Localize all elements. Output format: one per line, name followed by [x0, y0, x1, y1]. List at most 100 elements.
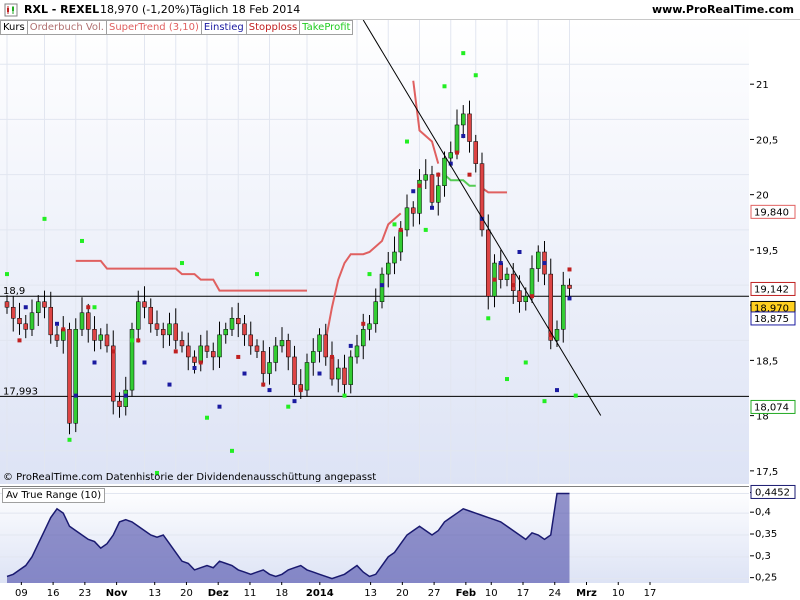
y-tick-label: 19,5 [756, 246, 778, 257]
period-date: Täglich 18 Feb 2014 [190, 3, 301, 16]
candle-body [23, 323, 28, 330]
y-axis: 2120,52019,51918,51817,519,84019,14218,9… [750, 80, 796, 584]
entry-dot [430, 205, 434, 210]
stoploss-dot [173, 349, 178, 354]
stoploss-dot [330, 354, 334, 359]
candle-body [98, 334, 103, 341]
price-chart: 18,9 17,993 [0, 20, 749, 484]
legend-orderbook-volume[interactable]: Orderbuch Vol. [26, 20, 107, 35]
candle-body [67, 329, 72, 424]
legend-takeprofit[interactable]: TakeProfit [299, 20, 354, 35]
stoploss-dot [298, 388, 303, 393]
stoploss-dot [61, 327, 66, 332]
legend-entry[interactable]: Einstieg [200, 20, 247, 35]
price-chart-panel[interactable]: 18,9 17,993 [0, 20, 749, 484]
x-tick-label: 10 [485, 588, 498, 599]
x-tick-label: 11 [244, 588, 257, 599]
candle-body [179, 340, 185, 347]
x-tick-label: 18 [275, 588, 288, 599]
candle-body [536, 251, 541, 269]
candle-body [398, 229, 403, 253]
atr-y-tick-label: 0,4 [755, 507, 771, 518]
takeprofit-dot [42, 216, 47, 221]
candle-body [498, 262, 503, 280]
candle-body [204, 345, 210, 352]
takeprofit-dot [67, 437, 72, 442]
x-axis: 09 16 23 Nov 13 20 Dez 11 18 2014 13 20 27 Feb 10 17 24 M… [15, 582, 657, 599]
candle-body [336, 367, 341, 380]
entry-dot [55, 321, 59, 326]
candle-body [17, 318, 22, 325]
chart-background [0, 20, 749, 484]
stoploss-dot [492, 277, 497, 282]
x-tick-label: 17 [644, 588, 657, 599]
stoploss-dot [530, 294, 534, 299]
candle-body [511, 273, 516, 291]
candle-body [323, 334, 328, 358]
y-tick-label: 21 [756, 80, 769, 91]
candle-body [454, 124, 460, 153]
takeprofit-dot [205, 415, 209, 420]
entry-dot [567, 296, 572, 301]
price-tag-label: 18,074 [754, 402, 789, 413]
takeprofit-dot [230, 448, 234, 453]
atr-panel[interactable]: Av True Range (10) [0, 486, 749, 583]
candle-body [379, 273, 385, 302]
candle-body [267, 362, 272, 374]
level-label: 18,9 [3, 286, 25, 297]
entry-dot [192, 366, 197, 370]
candle-body [411, 207, 416, 214]
candle-body [554, 329, 560, 341]
x-tick-label: 20 [180, 588, 193, 599]
stoploss-dot [467, 172, 472, 177]
entry-dot [555, 388, 559, 393]
y-tick-label: 17,5 [756, 467, 778, 478]
candle-body [161, 329, 166, 336]
legend-stoploss[interactable]: Stopploss [245, 20, 301, 35]
takeprofit-dot [405, 139, 409, 144]
candle-body [486, 229, 491, 297]
site-link[interactable]: www.ProRealTime.com [652, 0, 794, 20]
entry-dot [217, 404, 222, 409]
entry-dot [142, 360, 147, 365]
candle-body [142, 301, 147, 308]
candle-body [229, 318, 235, 330]
takeprofit-dot [505, 377, 509, 382]
entry-dot [498, 261, 503, 266]
entry-dot [317, 371, 322, 376]
legend-supertrend[interactable]: SuperTrend (3,10) [105, 20, 202, 35]
candle-body [467, 113, 472, 142]
candle-body [461, 113, 466, 126]
stoploss-dot [511, 283, 516, 288]
stoploss-dot [86, 305, 91, 310]
candle-body [286, 340, 291, 358]
price-tag-label: 19,840 [754, 207, 789, 218]
stoploss-dot [198, 360, 203, 365]
entry-dot [267, 388, 272, 393]
entry-dot [542, 261, 547, 266]
takeprofit-dot [80, 238, 84, 243]
stoploss-dot [436, 172, 441, 177]
stoploss-dot [455, 150, 459, 155]
stoploss-dot [261, 382, 266, 387]
candle-body [167, 323, 172, 336]
stoploss-dot [417, 183, 422, 188]
candle-body [211, 351, 216, 358]
instrument-name: RXL - REXEL [24, 3, 100, 16]
candle-body [186, 345, 191, 358]
candle-body [273, 345, 278, 363]
takeprofit-dot [92, 305, 97, 310]
legend-kurs[interactable]: Kurs [0, 20, 28, 35]
candle-body [36, 301, 41, 314]
candle-body [11, 306, 16, 319]
entry-dot [73, 393, 78, 398]
x-tick-label: Nov [106, 588, 128, 599]
takeprofit-dot [573, 393, 578, 398]
price-tag-label: 18,875 [754, 314, 789, 325]
candle-body [29, 312, 35, 330]
candle-body [73, 329, 78, 424]
indicator-legend: Kurs Orderbuch Vol. SuperTrend (3,10) Ei… [0, 20, 354, 35]
atr-y-tick-label: 0,35 [755, 529, 777, 540]
candle-body [373, 301, 378, 325]
entry-dot [167, 382, 172, 387]
